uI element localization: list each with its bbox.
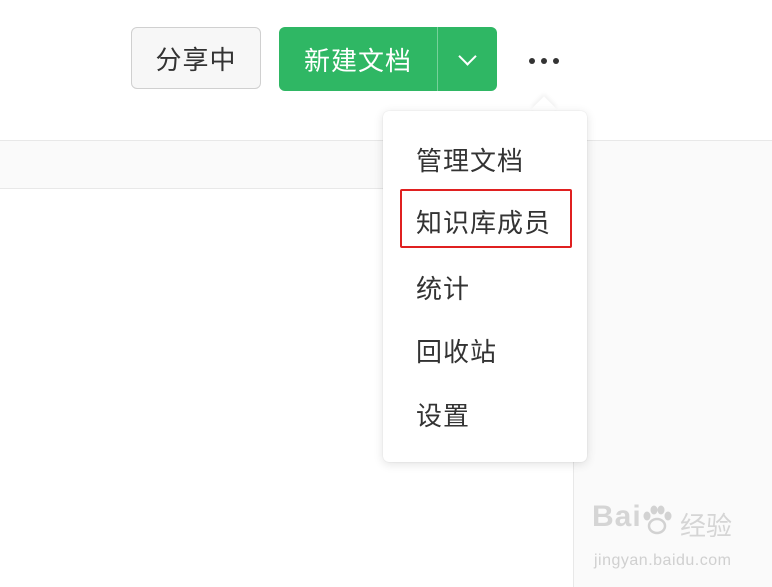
share-button[interactable]: 分享中 — [131, 27, 261, 89]
menu-item-recycle-bin[interactable]: 回收站 — [383, 322, 587, 378]
watermark-logo-text: Bai — [592, 500, 642, 533]
new-doc-split-button: 新建文档 — [279, 27, 497, 91]
paw-icon — [643, 505, 672, 535]
watermark-url: jingyan.baidu.com — [594, 552, 732, 569]
menu-item-manage-docs[interactable]: 管理文档 — [383, 131, 587, 187]
more-button[interactable] — [520, 44, 568, 78]
new-doc-button[interactable]: 新建文档 — [279, 27, 437, 91]
new-doc-dropdown-button[interactable] — [438, 27, 497, 91]
more-dots-icon — [529, 58, 535, 64]
more-dots-icon — [553, 58, 559, 64]
more-menu: 管理文档 知识库成员 统计 回收站 设置 — [383, 111, 587, 462]
more-dots-icon — [541, 58, 547, 64]
chevron-down-icon — [458, 46, 477, 66]
menu-item-settings[interactable]: 设置 — [383, 386, 587, 442]
menu-item-stats[interactable]: 统计 — [383, 259, 587, 315]
watermark: Bai 经验 jingyan.baidu.com — [592, 500, 762, 580]
watermark-suffix: 经验 — [680, 512, 733, 542]
menu-item-kb-members[interactable]: 知识库成员 — [383, 193, 587, 249]
